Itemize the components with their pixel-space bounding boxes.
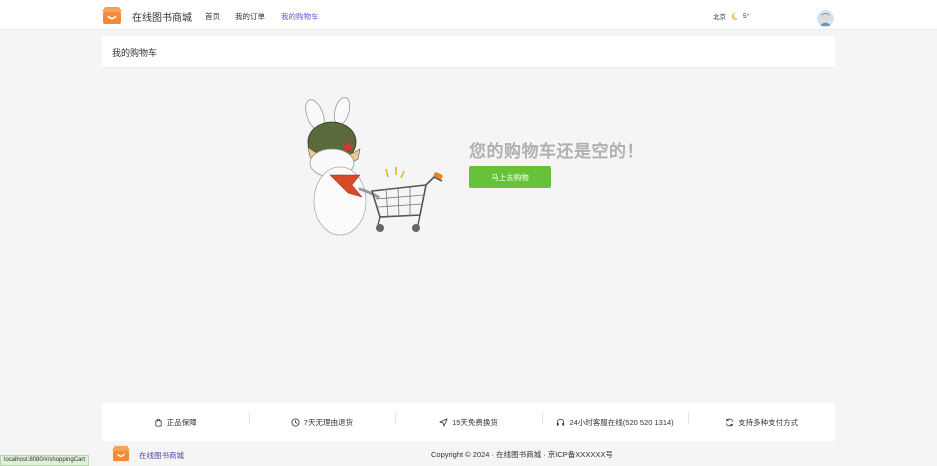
top-navbar: 在线图书商城 首页 我的订单 我的购物车 北京 5° [0,0,937,30]
service-item-return: 7天无理由退货 [248,411,396,428]
page-header-card: 我的购物车 [102,36,835,68]
service-item-support: 24小时客服在线(520 520 1314) [541,411,689,428]
footer-logo-icon[interactable] [112,445,130,462]
service-guarantees-bar: 正品保障 7天无理由退货 15天免费换货 24小时客服在线(520 520 13… [102,403,835,441]
moon-icon [731,12,739,20]
weather-widget: 北京 5° [713,11,749,21]
footer-copyright: Copyright © 2024 · 在线图书商城 · 京ICP备XXXXXX号 [431,450,613,459]
refresh-icon [726,418,734,426]
service-label: 7天无理由退货 [303,417,353,427]
page-title: 我的购物车 [112,48,158,58]
footer-site-name[interactable]: 在线图书商城 [139,450,184,461]
service-item-payment: 支持多种支付方式 [688,411,835,428]
site-name[interactable]: 在线图书商城 [132,9,192,24]
nav-my-orders[interactable]: 我的订单 [235,11,265,22]
headset-icon [557,418,565,426]
clock-icon [291,417,300,427]
empty-cart-message: 您的购物车还是空的！ [469,142,644,161]
service-item-exchange: 15天免费换货 [395,411,542,428]
service-label: 支持多种支付方式 [738,417,799,427]
service-label: 24小时客服在线(520 520 1314) [569,417,674,427]
user-avatar[interactable] [817,10,834,27]
service-label: 15天免费换货 [452,417,498,427]
service-label: 正品保障 [166,417,197,427]
bunny-with-cart-illustration [305,97,443,236]
weather-temperature: 5° [743,12,750,20]
bag-icon [155,418,162,427]
nav-home[interactable]: 首页 [205,11,220,22]
service-item-authentic: 正品保障 [102,417,249,428]
send-icon [439,417,448,427]
status-bar-url: localhost:8080/#/shoppingCart [0,455,90,466]
nav-my-cart[interactable]: 我的购物车 [281,11,319,22]
store-logo-icon[interactable] [102,6,122,25]
go-shopping-button[interactable]: 马上去购物 [469,166,551,188]
page-footer: 在线图书商城 Copyright © 2024 · 在线图书商城 · 京ICP备… [102,443,835,466]
weather-city: 北京 [713,14,726,21]
